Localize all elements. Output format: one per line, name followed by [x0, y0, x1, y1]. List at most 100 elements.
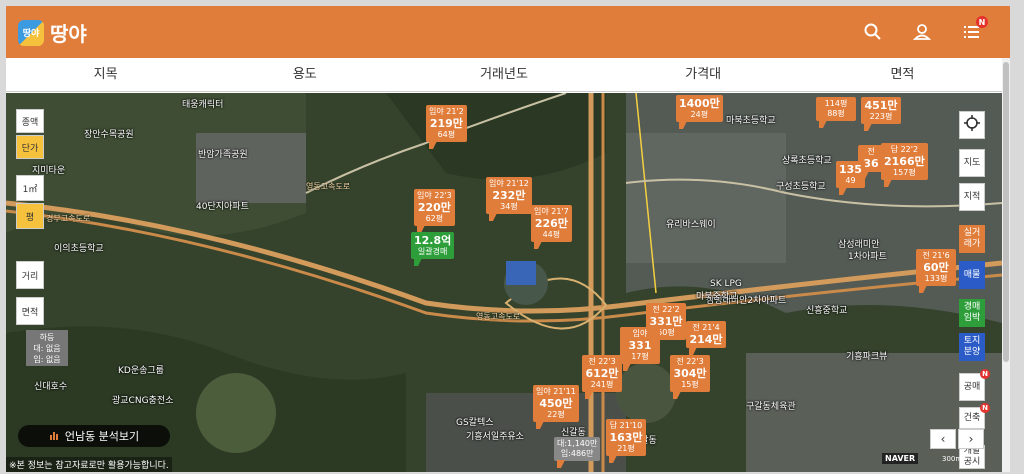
- land-sale-button[interactable]: 토지분양: [959, 333, 985, 361]
- map-label: GS칼텍스: [456, 418, 494, 428]
- price-marker[interactable]: 1400만 24평: [676, 95, 723, 129]
- marker-size: 44평: [542, 230, 561, 239]
- marker-size: 24평: [690, 110, 709, 119]
- marker-price: 60만: [923, 261, 949, 274]
- region-summary-marker[interactable]: 대:1,140만 임:486만: [554, 437, 601, 468]
- map-label: 신대호수: [34, 382, 68, 392]
- locate-button[interactable]: [959, 111, 985, 139]
- marker-price: 219만: [429, 117, 463, 130]
- map-scale: 300m: [942, 455, 963, 463]
- sqm-unit-toggle[interactable]: 1㎡: [16, 175, 44, 201]
- filter-area[interactable]: 면적: [803, 58, 1002, 91]
- marker-size: 88평: [827, 109, 845, 118]
- price-marker[interactable]: 임야 331 17평: [620, 327, 660, 371]
- map-label: KD운송그룹: [118, 366, 164, 376]
- map-layer-button[interactable]: 지도: [959, 149, 985, 177]
- filter-trade-year[interactable]: 거래년도: [404, 58, 603, 91]
- marker-size: 133평: [924, 274, 948, 283]
- price-marker[interactable]: 임야 22'3 220만 62평: [414, 189, 455, 233]
- map-label: 태웅캐릭터: [182, 100, 224, 110]
- marker-label: 임야 21'11: [536, 387, 576, 396]
- area-info-dae: 대: 없음: [33, 344, 61, 353]
- price-marker[interactable]: 전 21'4 214만: [686, 321, 726, 355]
- marker-label: 일괄경매: [417, 247, 448, 256]
- price-marker[interactable]: 답 22'2 2166만 157평: [881, 143, 928, 187]
- user-icon[interactable]: [912, 22, 932, 42]
- price-marker[interactable]: 임야 21'12 232만 34평: [486, 177, 532, 221]
- filter-price-range[interactable]: 가격대: [604, 58, 803, 91]
- marker-price: 214만: [689, 333, 723, 346]
- map-label: 기흥서일주유소: [466, 432, 524, 442]
- map-label: 유리바스웨이: [666, 220, 716, 230]
- map-label: 이의초등학교: [54, 244, 104, 254]
- filter-usage[interactable]: 용도: [205, 58, 404, 91]
- menu-new-badge: N: [976, 16, 988, 28]
- marker-label: 전 22'3: [676, 357, 704, 366]
- marker-size: 241평: [590, 380, 614, 389]
- price-marker[interactable]: 답 21'10 163만 21평: [606, 419, 646, 463]
- road-label: 경부고속도로: [46, 214, 91, 223]
- road-label: 영동고속도로: [476, 312, 521, 321]
- price-marker[interactable]: 114평 88평: [816, 97, 856, 128]
- marker-label: 임야 21'12: [489, 179, 529, 188]
- unit-price-toggle[interactable]: 단가: [16, 135, 44, 159]
- public-auction-new-badge: N: [980, 369, 990, 379]
- marker-price: 450만: [539, 397, 573, 410]
- pyeong-unit-toggle[interactable]: 평: [16, 203, 44, 229]
- area-info-im: 임: 없음: [33, 355, 61, 364]
- total-price-toggle[interactable]: 종액: [16, 109, 44, 133]
- marker-price: 12.8억: [414, 234, 452, 247]
- marker-label: 답 22'2: [890, 145, 919, 154]
- filter-land-category[interactable]: 지목: [6, 58, 205, 91]
- map-label: 1차아파트: [848, 252, 887, 262]
- page-scrollbar[interactable]: [1002, 58, 1010, 472]
- analysis-button[interactable]: 언남동 분석보기: [18, 425, 170, 447]
- map-label: 마북초등학교: [726, 116, 776, 126]
- logo-mark: 땅야: [18, 19, 44, 46]
- price-marker[interactable]: 135 49: [836, 161, 865, 195]
- map-view[interactable]: 장안수목공원 반암가족공원 태웅캐릭터 지미타운 40단지아파트 이의초등학교 …: [6, 93, 1002, 472]
- auction-marker[interactable]: 12.8억 일괄경매: [411, 232, 455, 266]
- price-marker[interactable]: 전 22'3 304만 15평: [670, 355, 710, 399]
- logo[interactable]: 땅야 땅야: [18, 18, 87, 47]
- marker-label: 대:1,140만: [557, 439, 598, 448]
- map-label: 장안수목공원: [84, 130, 134, 140]
- crosshair-icon: [963, 114, 981, 136]
- map-label: 상록초등학교: [782, 156, 832, 166]
- listing-button[interactable]: 매물: [959, 261, 985, 289]
- map-label: 구갈동체육관: [746, 402, 796, 412]
- price-marker[interactable]: 451만 223평: [861, 97, 901, 131]
- next-arrow-button[interactable]: ›: [958, 429, 984, 449]
- chevron-right-icon: ›: [968, 432, 974, 446]
- marker-size: 49: [845, 176, 856, 185]
- prev-arrow-button[interactable]: ‹: [930, 429, 956, 449]
- cadastral-layer-button[interactable]: 지적: [959, 183, 985, 211]
- price-marker[interactable]: 임야 21'7 226만 44평: [531, 205, 572, 249]
- map-label: SK LPG: [710, 279, 742, 289]
- map-label: 광교CNG충전소: [112, 396, 174, 406]
- search-icon[interactable]: [863, 22, 883, 42]
- price-marker[interactable]: 전 21'6 60만 133평: [916, 249, 956, 293]
- real-trade-button[interactable]: 실거래가: [959, 225, 985, 253]
- area-tool[interactable]: 면적: [16, 297, 44, 325]
- marker-price: 1400만: [679, 97, 720, 110]
- marker-label: 전 22'2: [652, 305, 680, 314]
- scrollbar-thumb[interactable]: [1003, 62, 1009, 362]
- marker-size: 임:486만: [560, 449, 594, 458]
- map-label: 기흥파크뷰: [846, 352, 888, 362]
- marker-size: 223평: [869, 112, 893, 121]
- distance-tool[interactable]: 거리: [16, 261, 44, 289]
- marker-price: 220만: [417, 201, 451, 214]
- marker-label: 임야 22'3: [417, 191, 452, 200]
- map-label: 구성초등학교: [776, 182, 826, 192]
- price-marker[interactable]: 임야 21'2 219만 64평: [426, 105, 467, 149]
- auction-soon-button[interactable]: 경매임박: [959, 299, 985, 327]
- analysis-label: 언남동 분석보기: [64, 430, 140, 443]
- marker-price: 2166만: [884, 155, 925, 168]
- price-marker[interactable]: 임야 21'11 450만 22평: [533, 385, 579, 429]
- price-marker[interactable]: 전 22'3 612만 241평: [582, 355, 622, 399]
- building-new-badge: N: [980, 403, 990, 413]
- marker-price: 451만: [864, 99, 898, 112]
- map-label: 40단지아파트: [196, 202, 249, 212]
- naver-logo: NAVER: [882, 453, 919, 464]
